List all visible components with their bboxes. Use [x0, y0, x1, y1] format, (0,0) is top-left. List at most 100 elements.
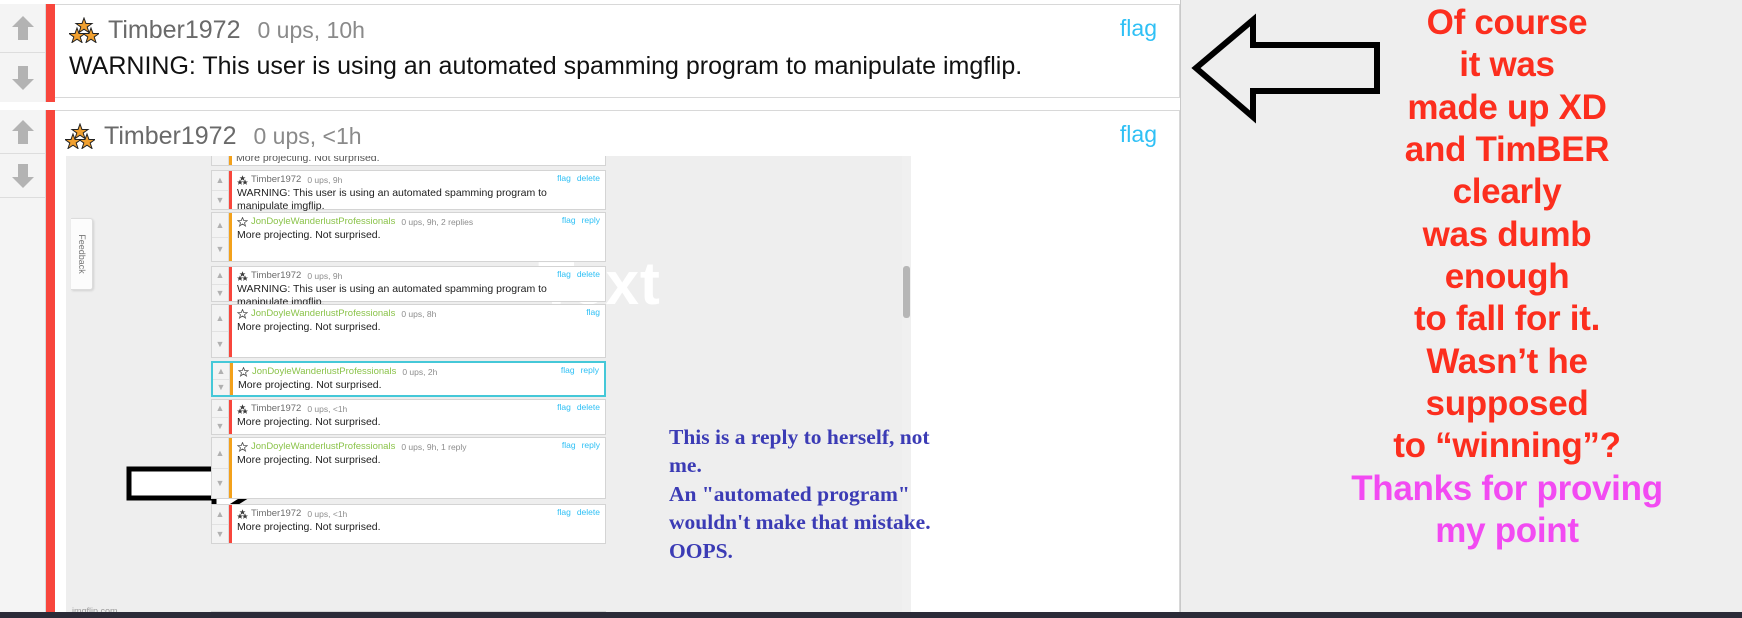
mini-username[interactable]: Timber1972	[251, 174, 301, 185]
caption-line-3: made up XD	[1407, 87, 1607, 127]
mini-actions: flag reply	[562, 215, 600, 225]
mini-upvote-button[interactable]: ▲	[212, 213, 228, 238]
mini-meta: 0 ups, 9h	[307, 174, 343, 185]
three-stars-icon	[65, 123, 95, 149]
downvote-button[interactable]	[0, 154, 45, 198]
mini-downvote-button[interactable]: ▼	[212, 525, 228, 544]
mini-reply-link[interactable]: reply	[581, 365, 599, 375]
three-stars-icon	[69, 17, 99, 43]
mini-downvote-button[interactable]: ▼	[212, 332, 228, 358]
vote-column	[0, 4, 46, 102]
partial-comment-row-top: More projecting. Not surprised.	[211, 156, 606, 166]
mini-comment-body: JonDoyleWanderlustProfessionals 0 ups, 8h…	[232, 305, 605, 337]
mini-comment-header: Timber1972 0 ups, 9h	[237, 269, 601, 282]
flag-link[interactable]: flag	[1120, 15, 1157, 42]
mini-username[interactable]: JonDoyleWanderlustProfessionals	[252, 366, 396, 377]
mini-flag-link[interactable]: flag	[557, 507, 571, 517]
caption-line-1: Of course	[1426, 3, 1588, 42]
mini-comment-body: JonDoyleWanderlustProfessionals 0 ups, 2h…	[233, 363, 604, 395]
mini-comment-row: ▲ ▼ JonDoyleWanderlustProfessionals 0 ups, …	[211, 361, 606, 397]
comment-username[interactable]: Timber1972	[104, 122, 236, 151]
screenshot-root: Timber1972 0 ups, 10h flag WARNING: This…	[0, 0, 1742, 618]
mini-comment-row: ▲ ▼ Timber1972 0 ups, 9h flag delete WARNING: …	[211, 170, 606, 212]
mini-username[interactable]: Timber1972	[251, 508, 301, 519]
mini-comment-row: ▲ ▼ JonDoyleWanderlustProfessionals 0 ups, …	[211, 212, 606, 262]
scrollbar-thumb[interactable]	[903, 266, 910, 318]
mini-upvote-button[interactable]: ▲	[212, 305, 228, 332]
three-stars-icon	[237, 270, 248, 281]
mini-flag-link[interactable]: flag	[557, 173, 571, 183]
mini-username[interactable]: Timber1972	[251, 403, 301, 414]
mini-actions: flag reply	[561, 365, 599, 375]
mini-username[interactable]: JonDoyleWanderlustProfessionals	[251, 216, 395, 227]
mini-downvote-button[interactable]: ▼	[213, 380, 229, 396]
mini-vote-column: ▲ ▼	[212, 438, 229, 498]
mini-upvote-button[interactable]: ▲	[213, 363, 229, 380]
comment-body: Timber1972 0 ups, <1h flag Feedback Text…	[55, 110, 1180, 618]
mini-meta: 0 ups, 9h, 1 reply	[401, 441, 467, 452]
mini-comment-text: More projecting. Not surprised.	[237, 321, 381, 333]
mini-delete-link[interactable]: delete	[577, 507, 600, 517]
caption-line-8: to fall for it.	[1413, 299, 1601, 339]
mini-flag-link[interactable]: flag	[557, 402, 571, 412]
mini-meta: 0 ups, 9h, 2 replies	[401, 216, 474, 227]
mini-downvote-button[interactable]: ▼	[212, 238, 228, 262]
up-arrow-icon	[11, 16, 34, 40]
mini-vote-column[interactable]	[212, 156, 229, 165]
mini-username[interactable]: JonDoyleWanderlustProfessionals	[251, 308, 395, 319]
mini-delete-link[interactable]: delete	[577, 269, 600, 279]
mini-comment-header: Timber1972 0 ups, <1h	[237, 402, 601, 415]
mini-comment-body: Timber1972 0 ups, <1h flag delete More proje…	[232, 400, 605, 432]
mini-comment-row: ▲ ▼ JonDoyleWanderlustProfessionals 0 ups, …	[211, 437, 606, 499]
mini-flag-link[interactable]: flag	[562, 440, 576, 450]
mini-comment-text: More projecting. Not surprised.	[237, 521, 381, 533]
mini-vote-column: ▲ ▼	[212, 505, 229, 543]
comment-username[interactable]: Timber1972	[108, 16, 240, 45]
comment-block: Timber1972 0 ups, <1h flag Feedback Text…	[0, 110, 1180, 618]
star-outline-icon	[238, 366, 249, 377]
comment-header: Timber1972 0 ups, 10h	[69, 11, 1179, 49]
partial-row-text: More projecting. Not surprised.	[236, 156, 380, 164]
caption-line-5: clearly	[1452, 172, 1562, 212]
feedback-tab[interactable]: Feedback	[71, 218, 93, 290]
mini-reply-link[interactable]: reply	[582, 440, 600, 450]
vote-column	[0, 110, 46, 618]
mini-comment-row: ▲ ▼ Timber1972 0 ups, 9h flag delete WARNING: …	[211, 266, 606, 308]
mini-flag-link[interactable]: flag	[561, 365, 575, 375]
caption-line-4: and TimBER	[1404, 130, 1610, 170]
mini-upvote-button[interactable]: ▲	[212, 400, 228, 418]
flag-link[interactable]: flag	[1120, 121, 1157, 148]
three-stars-icon	[237, 403, 248, 414]
star-outline-icon	[237, 216, 248, 227]
caption-line-10: supposed	[1425, 384, 1589, 424]
mini-downvote-button[interactable]: ▼	[212, 418, 228, 435]
mini-downvote-button[interactable]: ▼	[212, 469, 228, 499]
mini-upvote-button[interactable]: ▲	[212, 438, 228, 469]
upvote-button[interactable]	[0, 110, 45, 154]
mini-downvote-button[interactable]: ▼	[212, 191, 228, 210]
mini-flag-link[interactable]: flag	[562, 215, 576, 225]
comment-body: Timber1972 0 ups, 10h flag WARNING: This…	[55, 4, 1180, 98]
upvote-button[interactable]	[0, 4, 45, 53]
blue-annotation-line-4: OOPS.	[669, 538, 733, 563]
caption-line-11: to “winning”?	[1393, 426, 1621, 466]
mini-downvote-button[interactable]: ▼	[212, 285, 228, 302]
comment-text: WARNING: This user is using an automated…	[69, 52, 1023, 80]
mini-comment-text: More projecting. Not surprised.	[237, 229, 381, 241]
mini-username[interactable]: Timber1972	[251, 270, 301, 281]
mini-upvote-button[interactable]: ▲	[212, 171, 228, 191]
mini-delete-link[interactable]: delete	[577, 402, 600, 412]
mini-username[interactable]: JonDoyleWanderlustProfessionals	[251, 441, 395, 452]
mini-upvote-button[interactable]: ▲	[212, 505, 228, 525]
mini-reply-link[interactable]: reply	[582, 215, 600, 225]
mini-flag-link[interactable]: flag	[586, 307, 600, 317]
mini-comment-row: ▲ ▼ Timber1972 0 ups, <1h flag delete More pro…	[211, 504, 606, 544]
mini-comment-header: JonDoyleWanderlustProfessionals 0 ups, 8h	[237, 307, 601, 320]
comment-meta: 0 ups, 10h	[257, 16, 365, 43]
blue-annotation-line-1: This is a reply to herself, not me.	[669, 425, 930, 478]
mini-flag-link[interactable]: flag	[557, 269, 571, 279]
mini-upvote-button[interactable]: ▲	[212, 267, 228, 285]
mini-comment-body: Timber1972 0 ups, 9h flag delete WARNING: Th…	[232, 171, 605, 215]
downvote-button[interactable]	[0, 53, 45, 102]
mini-delete-link[interactable]: delete	[577, 173, 600, 183]
